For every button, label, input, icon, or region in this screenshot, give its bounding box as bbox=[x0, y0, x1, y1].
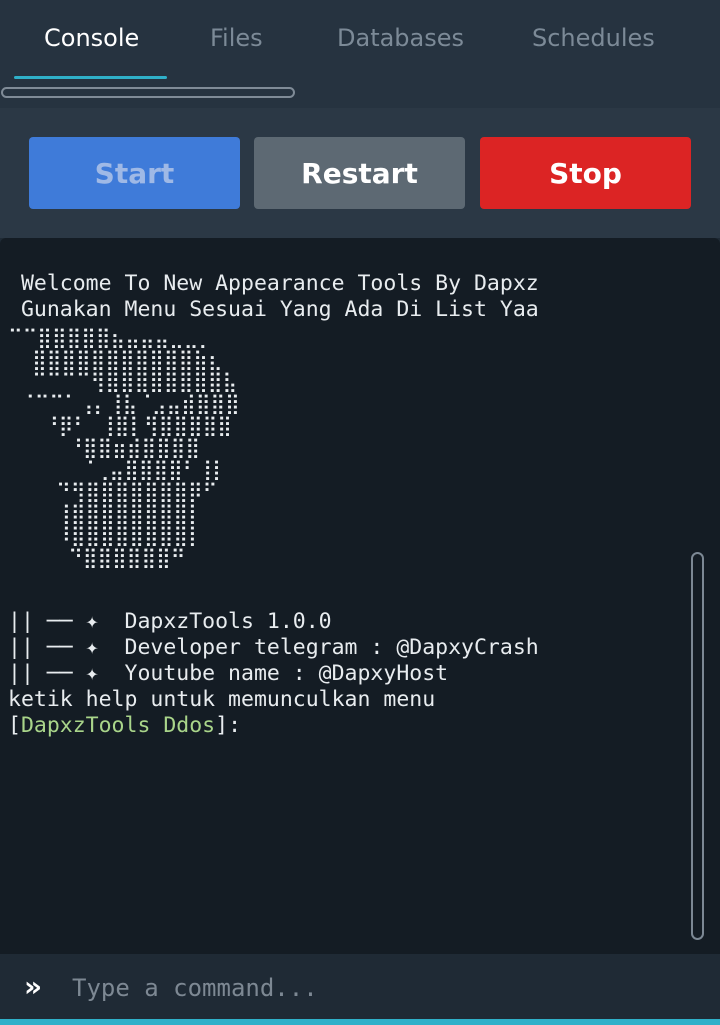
chevron-right-icon: » bbox=[24, 970, 43, 1003]
tab-bar: Console Files Databases Schedules bbox=[0, 0, 720, 108]
help-line: ketik help untuk memunculkan menu bbox=[8, 687, 436, 712]
bottom-accent-line bbox=[0, 1019, 720, 1025]
power-actions: Start Restart Stop bbox=[0, 108, 720, 238]
tab-files[interactable]: Files bbox=[210, 24, 263, 52]
tab-schedules[interactable]: Schedules bbox=[532, 24, 655, 52]
start-button[interactable]: Start bbox=[29, 137, 240, 209]
version-line: || ── ✦ DapxzTools 1.0.0 bbox=[8, 609, 332, 634]
console-output: Welcome To New Appearance Tools By Dapxz… bbox=[0, 238, 720, 954]
prompt-open-bracket: [ bbox=[8, 713, 21, 738]
command-bar: » bbox=[0, 954, 720, 1020]
active-tab-indicator bbox=[14, 76, 167, 79]
telegram-line: || ── ✦ Developer telegram : @DapxyCrash bbox=[8, 635, 539, 660]
command-input[interactable] bbox=[70, 968, 694, 1008]
instruction-line: Gunakan Menu Sesuai Yang Ada Di List Yaa bbox=[8, 297, 539, 322]
tab-databases[interactable]: Databases bbox=[337, 24, 464, 52]
console-scrollbar[interactable] bbox=[691, 552, 704, 940]
ascii-art: ⠉⠉⣿⣿⣿⣿⣿⣦⣤⣤⣤⣀⣀⡀ ⣿⣿⣿⣿⣿⣿⣿⣿⣿⣿⣿⣷⣆ ⠉⠉⠉⠉⢻⣿⣿⣿⣿⣿⣿… bbox=[8, 325, 240, 569]
prompt-name: DapxzTools Ddos bbox=[20, 713, 216, 738]
youtube-line: || ── ✦ Youtube name : @DapxyHost bbox=[8, 661, 449, 686]
stop-button[interactable]: Stop bbox=[480, 137, 691, 209]
welcome-line: Welcome To New Appearance Tools By Dapxz bbox=[8, 271, 539, 296]
tab-scrollbar[interactable] bbox=[1, 87, 295, 98]
tab-console[interactable]: Console bbox=[44, 24, 139, 52]
restart-button[interactable]: Restart bbox=[254, 137, 465, 209]
prompt-line: [DapxzTools Ddos]: bbox=[8, 713, 241, 739]
prompt-close-bracket: ]: bbox=[215, 713, 242, 738]
